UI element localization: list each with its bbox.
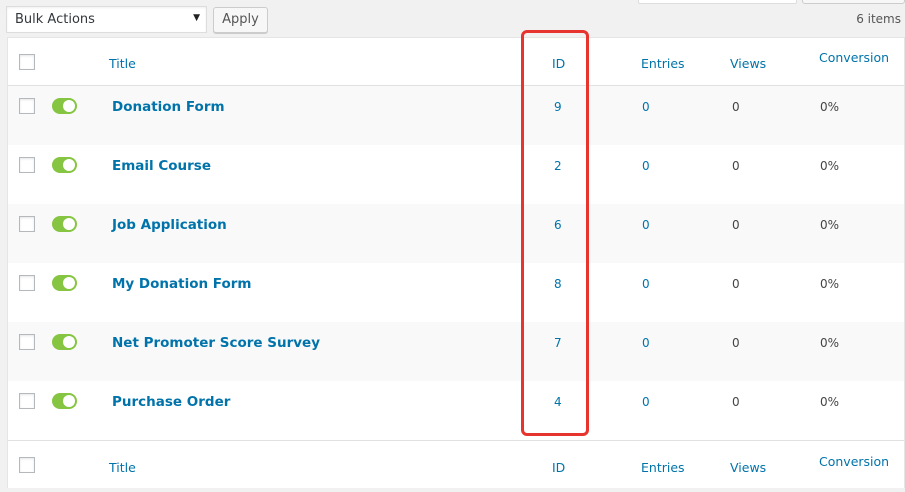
row-checkbox[interactable] <box>19 98 35 114</box>
select-all-checkbox[interactable] <box>19 54 35 70</box>
apply-button[interactable]: Apply <box>213 7 268 33</box>
form-title-link[interactable]: Net Promoter Score Survey <box>112 335 320 351</box>
form-title-link[interactable]: Email Course <box>112 158 211 174</box>
form-views: 0 <box>732 218 740 232</box>
column-id-footer[interactable]: ID <box>552 460 565 475</box>
form-entries[interactable]: 0 <box>642 159 650 173</box>
table-row: Job Application 6 0 0 0% <box>8 204 904 263</box>
form-conversion: 0% <box>820 395 840 409</box>
form-status-toggle[interactable] <box>52 334 77 350</box>
table-row: Purchase Order 4 0 0 0% <box>8 381 904 440</box>
form-title-link[interactable]: Purchase Order <box>112 394 230 410</box>
form-conversion: 0% <box>820 336 840 350</box>
select-all-checkbox-footer[interactable] <box>19 457 35 473</box>
row-checkbox[interactable] <box>19 393 35 409</box>
form-conversion: 0% <box>820 277 840 291</box>
column-title-footer[interactable]: Title <box>109 460 136 475</box>
form-views: 0 <box>732 277 740 291</box>
toggle-knob <box>63 336 75 348</box>
column-title[interactable]: Title <box>109 56 136 71</box>
form-conversion: 0% <box>820 159 840 173</box>
toggle-knob <box>63 395 75 407</box>
column-entries-footer[interactable]: Entries <box>641 460 685 475</box>
form-views: 0 <box>732 100 740 114</box>
row-checkbox[interactable] <box>19 157 35 173</box>
form-entries[interactable]: 0 <box>642 277 650 291</box>
forms-table: Title ID Entries Views Conversion Donati… <box>7 37 905 488</box>
search-input[interactable] <box>638 0 797 4</box>
form-status-toggle[interactable] <box>52 275 77 291</box>
row-checkbox[interactable] <box>19 275 35 291</box>
column-id[interactable]: ID <box>552 56 565 71</box>
form-entries[interactable]: 0 <box>642 100 650 114</box>
bulk-actions-select[interactable]: Bulk Actions ▼ <box>6 6 207 33</box>
row-checkbox[interactable] <box>19 334 35 350</box>
toggle-knob <box>63 277 75 289</box>
column-conversion[interactable]: Conversion <box>819 50 889 65</box>
column-entries[interactable]: Entries <box>641 56 685 71</box>
column-views-footer[interactable]: Views <box>730 460 766 475</box>
form-entries[interactable]: 0 <box>642 218 650 232</box>
form-entries[interactable]: 0 <box>642 336 650 350</box>
form-id[interactable]: 2 <box>554 159 562 173</box>
column-conversion-footer[interactable]: Conversion <box>819 454 889 469</box>
form-id[interactable]: 6 <box>554 218 562 232</box>
row-checkbox[interactable] <box>19 216 35 232</box>
chevron-down-icon: ▼ <box>193 13 200 23</box>
table-row: Donation Form 9 0 0 0% <box>8 86 904 145</box>
table-row: My Donation Form 8 0 0 0% <box>8 263 904 322</box>
table-row: Net Promoter Score Survey 7 0 0 0% <box>8 322 904 381</box>
form-title-link[interactable]: My Donation Form <box>112 276 251 292</box>
table-footer: Title ID Entries Views Conversion <box>8 440 904 488</box>
form-status-toggle[interactable] <box>52 157 77 173</box>
form-title-link[interactable]: Job Application <box>112 217 227 233</box>
form-views: 0 <box>732 336 740 350</box>
search-button[interactable] <box>802 0 905 4</box>
items-count: 6 items <box>856 12 901 26</box>
column-views[interactable]: Views <box>730 56 766 71</box>
toggle-knob <box>63 100 75 112</box>
form-title-link[interactable]: Donation Form <box>112 99 225 115</box>
form-status-toggle[interactable] <box>52 393 77 409</box>
form-entries[interactable]: 0 <box>642 395 650 409</box>
toggle-knob <box>63 218 75 230</box>
form-id[interactable]: 4 <box>554 395 562 409</box>
toggle-knob <box>63 159 75 171</box>
form-id[interactable]: 8 <box>554 277 562 291</box>
table-row: Email Course 2 0 0 0% <box>8 145 904 204</box>
form-id[interactable]: 7 <box>554 336 562 350</box>
form-status-toggle[interactable] <box>52 98 77 114</box>
form-views: 0 <box>732 395 740 409</box>
bulk-actions-selected: Bulk Actions <box>15 12 95 27</box>
form-id[interactable]: 9 <box>554 100 562 114</box>
form-conversion: 0% <box>820 218 840 232</box>
form-status-toggle[interactable] <box>52 216 77 232</box>
table-header: Title ID Entries Views Conversion <box>8 38 904 86</box>
form-views: 0 <box>732 159 740 173</box>
form-conversion: 0% <box>820 100 840 114</box>
